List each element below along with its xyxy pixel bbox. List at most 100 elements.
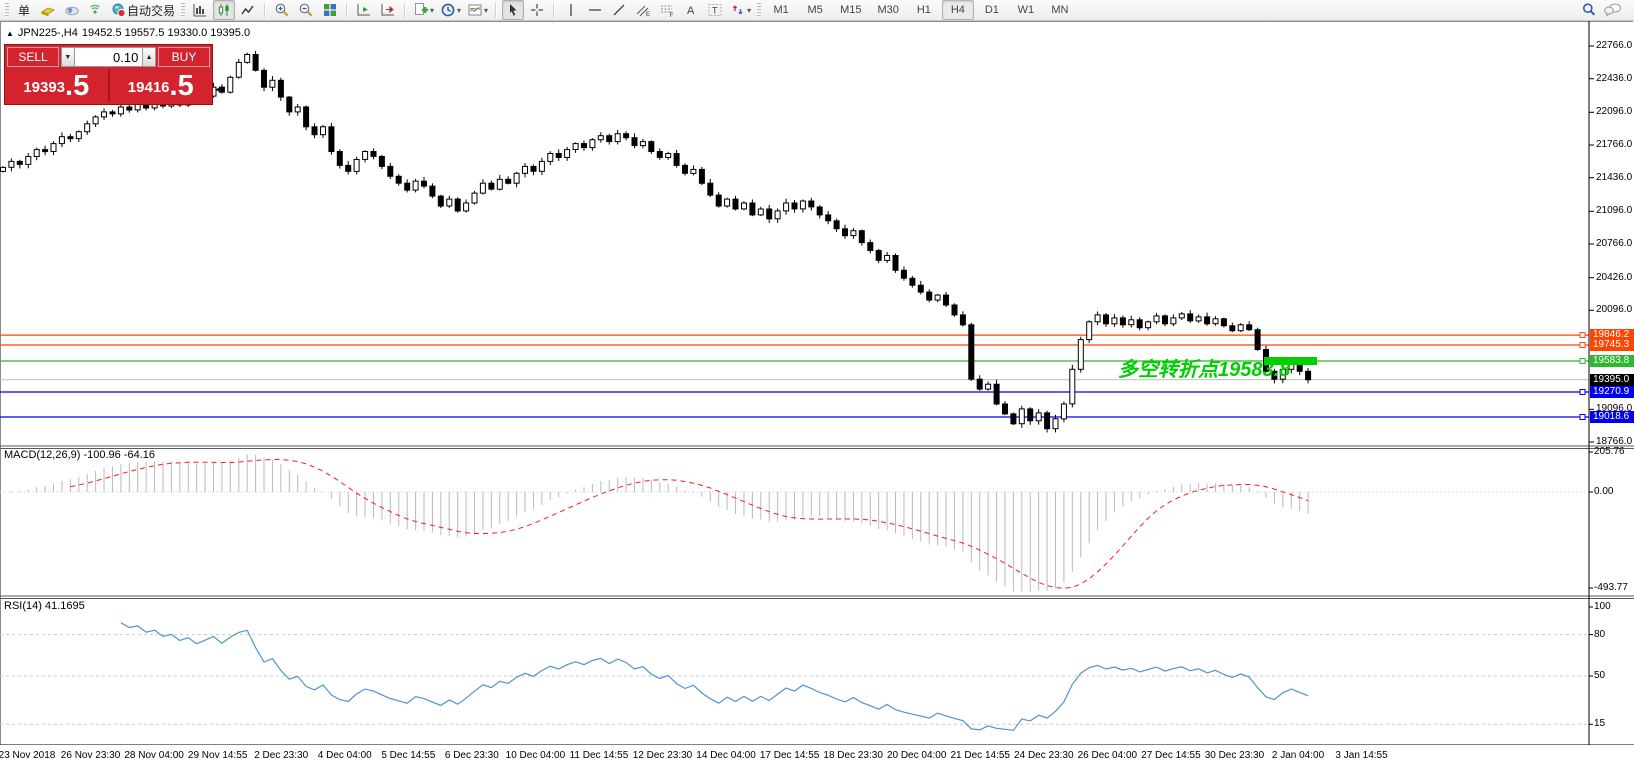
sell-button[interactable]: SELL [7,47,59,67]
price-tick-label: 20096.0 [1596,304,1632,315]
candle-body [1146,322,1151,328]
chart-symbol: JPN225-,H4 [18,27,78,39]
date-label: 18 Dec 23:30 [823,750,883,761]
volume-input[interactable] [75,47,143,67]
line-handle[interactable] [1580,415,1585,420]
candle-body [253,55,258,71]
candle-body [775,211,780,219]
candle-body [396,176,401,183]
level-price-badge: 19745.3 [1590,339,1634,351]
sell-price[interactable]: 19393 .5 [5,69,108,102]
candle-body [1221,319,1226,326]
candle-body [1036,413,1041,421]
candle-body [615,134,620,142]
candle-body [1011,414,1016,424]
date-label: 4 Dec 04:00 [318,750,372,761]
candle-body [935,295,940,300]
candle-body [430,186,435,196]
date-label: 14 Dec 04:00 [696,750,756,761]
candle-body [506,179,511,183]
date-label: 2 Jan 04:00 [1272,750,1324,761]
rsi-value: 41.1695 [45,600,85,612]
candle-body [1028,409,1033,421]
candle-body [304,107,309,127]
candle-body [262,70,267,87]
candle-body [405,183,410,190]
macd-values: -100.96 -64.16 [83,449,155,461]
candle-body [699,169,704,183]
candle-body [767,209,772,219]
time-scale[interactable]: 23 Nov 201826 Nov 23:3028 Nov 04:0029 No… [0,745,1634,768]
candle-body [691,169,696,173]
chart-canvas[interactable] [0,0,1634,768]
candle-body [472,193,477,203]
date-label: 26 Nov 23:30 [61,750,121,761]
volume-decrease-button[interactable]: ▼ [61,47,75,67]
candle-body [826,215,831,221]
date-label: 3 Jan 14:55 [1335,750,1387,761]
candle-body [1104,315,1109,324]
candle-body [531,166,536,171]
candle-body [868,243,873,251]
rsi-name: RSI(14) [4,600,42,612]
price-tick-label: 22096.0 [1596,106,1632,117]
candle-body [1045,413,1050,429]
line-handle[interactable] [1580,390,1585,395]
candle-body [455,199,460,211]
candle-body [817,207,822,215]
buy-price-int: 19416 [128,75,170,101]
candle-body [1137,320,1142,328]
up-triangle-icon: ▲ [6,29,14,38]
line-handle[interactable] [1580,343,1585,348]
candle-body [379,157,384,167]
candle-body [85,124,90,132]
candle-body [127,107,132,110]
candle-body [758,209,763,215]
candle-body [640,142,645,146]
candle-body [59,137,64,144]
panel-collapse-arrow-icon[interactable]: ◀ [215,84,222,95]
volume-increase-button[interactable]: ▲ [142,47,156,67]
candle-body [93,117,98,124]
level-price-badge: 19018.6 [1590,411,1634,423]
candle-body [910,278,915,285]
candle-body [438,196,443,206]
date-label: 30 Dec 23:30 [1205,750,1265,761]
candle-body [102,112,107,117]
buy-button[interactable]: BUY [158,47,210,67]
date-label: 17 Dec 14:55 [760,750,820,761]
candle-body [51,144,56,152]
date-label: 6 Dec 23:30 [445,750,499,761]
candle-body [843,229,848,236]
candle-body [750,203,755,215]
current-price-badge: 19395.0 [1590,374,1634,386]
candle-body [371,152,376,157]
annotation-text[interactable]: 多空转折点19583.8 [1118,353,1290,382]
candle-body [17,161,22,164]
candle-body [666,154,671,158]
price-tick-label: 20766.0 [1596,238,1632,249]
candle-body [733,199,738,209]
candle-body [918,285,923,292]
candle-body [716,195,721,206]
candle-body [977,379,982,389]
level-price-badge: 19270.9 [1590,386,1634,398]
price-tick-label: 21766.0 [1596,139,1632,150]
buy-price[interactable]: 19416 .5 [110,69,213,102]
candle-body [1163,316,1168,324]
rsi-scale-label: 15 [1594,718,1605,729]
candle-body [245,55,250,63]
candle-body [800,201,805,209]
candle-body [110,112,115,114]
line-handle[interactable] [1580,359,1585,364]
candle-body [489,183,494,189]
candle-body [607,136,612,142]
line-handle[interactable] [1580,333,1585,338]
price-tick-label: 20426.0 [1596,272,1632,283]
candle-body [388,166,393,176]
sell-price-frac: .5 [65,72,89,101]
candle-body [43,150,48,152]
candle-body [354,160,359,172]
candle-body [1087,322,1092,340]
candle-body [1070,369,1075,404]
